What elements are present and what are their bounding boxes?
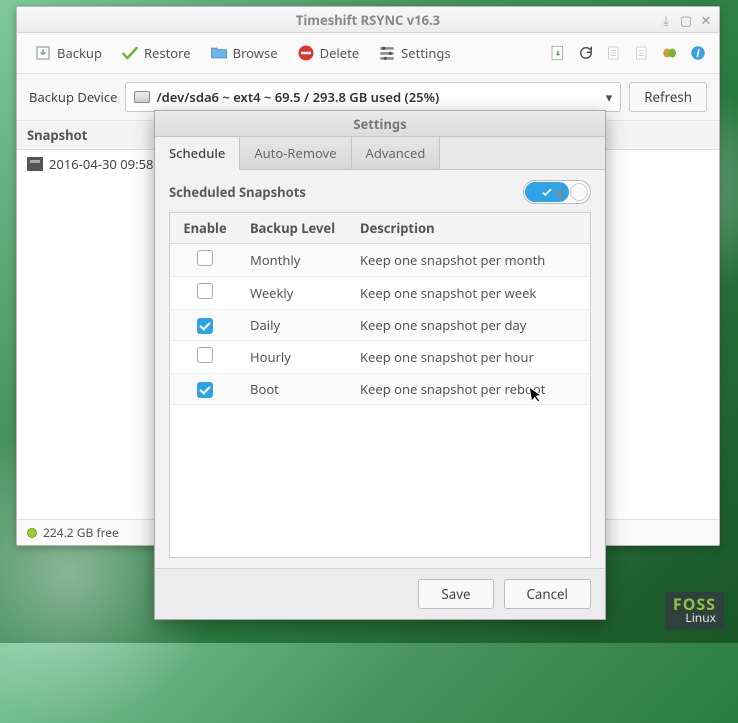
- schedule-row[interactable]: BootKeep one snapshot per reboot: [170, 374, 590, 405]
- restore-button[interactable]: Restore: [114, 39, 197, 67]
- snapshot-date: 2016-04-30 09:58: [49, 155, 153, 173]
- col-level[interactable]: Backup Level: [240, 213, 350, 243]
- schedule-table-header: Enable Backup Level Description: [170, 213, 590, 244]
- scheduled-toggle[interactable]: ✕: [523, 180, 591, 204]
- page1-icon[interactable]: [603, 42, 625, 64]
- minimize-icon[interactable]: ⤓: [659, 11, 673, 29]
- info-icon[interactable]: i: [687, 42, 709, 64]
- delete-label: Delete: [320, 44, 360, 62]
- save-button[interactable]: Save: [418, 579, 493, 609]
- level-cell: Monthly: [240, 245, 350, 275]
- col-description[interactable]: Description: [350, 213, 590, 243]
- no-entry-icon: [296, 43, 316, 63]
- close-icon[interactable]: ✕: [699, 11, 713, 29]
- cancel-button[interactable]: Cancel: [504, 579, 592, 609]
- donate-icon[interactable]: [659, 42, 681, 64]
- description-cell: Keep one snapshot per hour: [350, 342, 590, 372]
- harddrive-icon: [134, 91, 150, 103]
- download-icon: [33, 43, 53, 63]
- titlebar: Timeshift RSYNC v16.3 ⤓ ▢ ✕: [17, 7, 719, 33]
- maximize-icon[interactable]: ▢: [679, 11, 693, 29]
- status-ok-icon: [27, 528, 37, 538]
- page2-icon[interactable]: [631, 42, 653, 64]
- level-cell: Daily: [240, 310, 350, 340]
- tab-auto-remove[interactable]: Auto-Remove: [240, 137, 351, 169]
- schedule-row[interactable]: DailyKeep one snapshot per day: [170, 310, 590, 341]
- enable-checkbox[interactable]: [197, 318, 213, 334]
- log-icon[interactable]: [547, 42, 569, 64]
- dialog-buttons: Save Cancel: [155, 568, 605, 619]
- controls-icon: [377, 43, 397, 63]
- schedule-row[interactable]: MonthlyKeep one snapshot per month: [170, 244, 590, 277]
- schedule-row[interactable]: WeeklyKeep one snapshot per week: [170, 277, 590, 310]
- status-free: 224.2 GB free: [43, 524, 119, 541]
- chevron-down-icon: ▾: [606, 88, 613, 106]
- device-label: Backup Device: [29, 88, 117, 106]
- floppy-icon: [27, 157, 43, 171]
- dialog-title: Settings: [155, 111, 605, 137]
- toggle-off-indicator: ✕: [554, 185, 566, 204]
- tab-body: Scheduled Snapshots ✕ Enable Backup Leve…: [155, 170, 605, 568]
- col-enable[interactable]: Enable: [170, 213, 240, 243]
- tab-advanced[interactable]: Advanced: [352, 137, 441, 169]
- tab-schedule[interactable]: Schedule: [155, 137, 240, 170]
- window-title: Timeshift RSYNC v16.3: [296, 11, 440, 29]
- enable-checkbox[interactable]: [197, 382, 213, 398]
- delete-button[interactable]: Delete: [290, 39, 366, 67]
- settings-dialog: Settings Schedule Auto-Remove Advanced S…: [154, 110, 606, 620]
- foss-linux-logo: FOSS Linux: [665, 592, 724, 629]
- schedule-rows: MonthlyKeep one snapshot per monthWeekly…: [170, 244, 590, 405]
- description-cell: Keep one snapshot per week: [350, 278, 590, 308]
- scheduled-row: Scheduled Snapshots ✕: [169, 180, 591, 204]
- toolbar: Backup Restore Browse Delete Settings i: [17, 33, 719, 74]
- settings-button[interactable]: Settings: [371, 39, 456, 67]
- restore-label: Restore: [144, 44, 191, 62]
- level-cell: Weekly: [240, 278, 350, 308]
- backup-button[interactable]: Backup: [27, 39, 108, 67]
- scheduled-snapshots-label: Scheduled Snapshots: [169, 183, 306, 201]
- settings-label: Settings: [401, 44, 450, 62]
- device-combo[interactable]: /dev/sda6 ~ ext4 ~ 69.5 / 293.8 GB used …: [125, 82, 621, 112]
- enable-checkbox[interactable]: [197, 250, 213, 266]
- description-cell: Keep one snapshot per reboot: [350, 374, 590, 404]
- check-icon: [120, 43, 140, 63]
- level-cell: Boot: [240, 374, 350, 404]
- refresh-icon[interactable]: [575, 42, 597, 64]
- dialog-tabs: Schedule Auto-Remove Advanced: [155, 137, 605, 170]
- browse-button[interactable]: Browse: [203, 39, 284, 67]
- refresh-button[interactable]: Refresh: [629, 82, 707, 112]
- enable-checkbox[interactable]: [197, 283, 213, 299]
- description-cell: Keep one snapshot per day: [350, 310, 590, 340]
- schedule-row[interactable]: HourlyKeep one snapshot per hour: [170, 341, 590, 374]
- toggle-knob: [570, 183, 588, 201]
- browse-label: Browse: [233, 44, 278, 62]
- backup-label: Backup: [57, 44, 102, 62]
- device-value: /dev/sda6 ~ ext4 ~ 69.5 / 293.8 GB used …: [156, 88, 439, 106]
- folder-icon: [209, 43, 229, 63]
- schedule-table: Enable Backup Level Description MonthlyK…: [169, 212, 591, 558]
- level-cell: Hourly: [240, 342, 350, 372]
- enable-checkbox[interactable]: [197, 347, 213, 363]
- window-controls: ⤓ ▢ ✕: [659, 11, 713, 29]
- description-cell: Keep one snapshot per month: [350, 245, 590, 275]
